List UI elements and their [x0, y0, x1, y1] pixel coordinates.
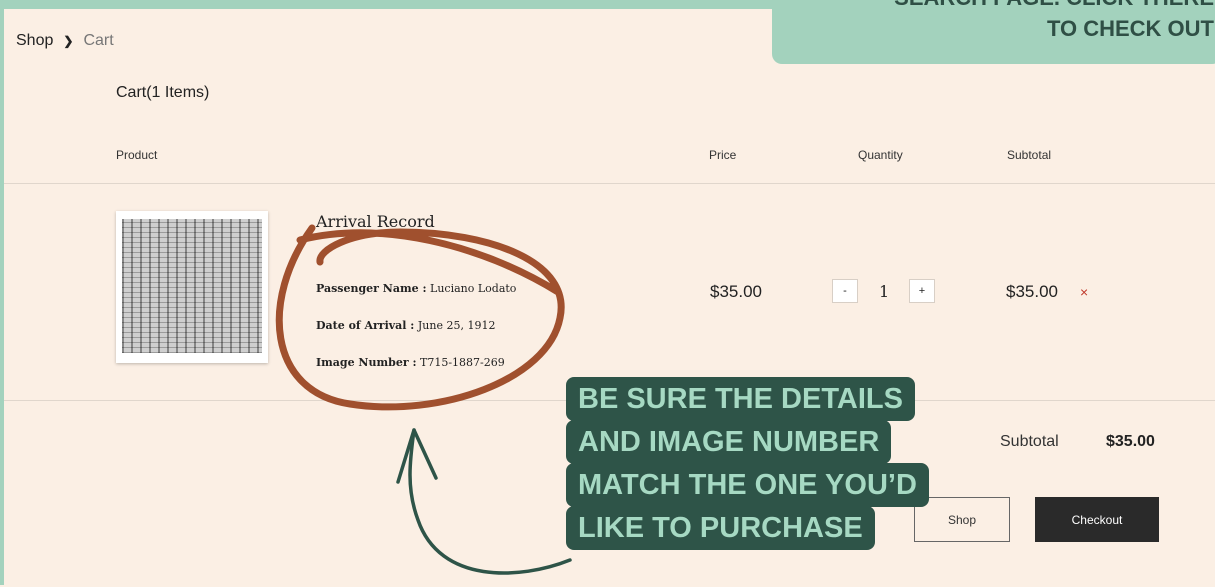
callout-line: LIKE TO PURCHASE	[566, 506, 875, 550]
breadcrumb: Shop ❯ Cart	[16, 32, 114, 50]
callout-box: BE SURE THE DETAILS AND IMAGE NUMBER MAT…	[566, 377, 929, 550]
quantity-decrease-button[interactable]: -	[832, 279, 858, 303]
product-name[interactable]: Arrival Record	[316, 212, 435, 231]
passenger-value: Luciano Lodato	[430, 282, 517, 295]
image-number-value: T715-1887-269	[420, 356, 505, 369]
arrival-value: June 25, 1912	[417, 319, 496, 332]
passenger-label: Passenger Name :	[316, 282, 427, 295]
callout-line: BE SURE THE DETAILS	[566, 377, 915, 421]
instruction-banner-line2: TO CHECK OUT	[1046, 16, 1214, 41]
cart-subtotal-label: Subtotal	[1000, 433, 1059, 450]
document-image	[122, 219, 262, 353]
image-number-detail: Image Number : T715-1887-269	[316, 356, 505, 369]
image-number-label: Image Number :	[316, 356, 417, 369]
checkout-button[interactable]: Checkout	[1035, 497, 1159, 542]
column-header-price: Price	[709, 148, 737, 162]
breadcrumb-current: Cart	[83, 32, 114, 49]
column-header-subtotal: Subtotal	[1007, 148, 1052, 162]
passenger-detail: Passenger Name : Luciano Lodato	[316, 282, 516, 295]
item-subtotal: $35.00	[1006, 282, 1058, 301]
instruction-banner-line1: SEARCH PAGE. CLICK THERE	[772, 0, 1214, 13]
instruction-banner: SEARCH PAGE. CLICK THERE TO CHECK OUT	[772, 0, 1215, 64]
arrival-detail: Date of Arrival : June 25, 1912	[316, 319, 495, 332]
column-header-product: Product	[116, 148, 158, 162]
cart-subtotal-value: $35.00	[1106, 433, 1155, 450]
breadcrumb-shop-link[interactable]: Shop	[16, 32, 53, 50]
divider	[4, 183, 1215, 184]
product-thumbnail[interactable]	[116, 211, 268, 363]
cart-title: Cart(1 Items)	[116, 84, 210, 101]
item-price: $35.00	[710, 282, 762, 301]
quantity-value[interactable]: 1	[879, 282, 889, 301]
column-header-quantity: Quantity	[858, 148, 903, 162]
callout-line: AND IMAGE NUMBER	[566, 420, 892, 464]
chevron-right-icon: ❯	[63, 34, 74, 48]
remove-icon[interactable]: ×	[1080, 284, 1088, 300]
arrival-label: Date of Arrival :	[316, 319, 415, 332]
callout-line: MATCH THE ONE YOU’D	[566, 463, 929, 507]
quantity-increase-button[interactable]: +	[909, 279, 935, 303]
